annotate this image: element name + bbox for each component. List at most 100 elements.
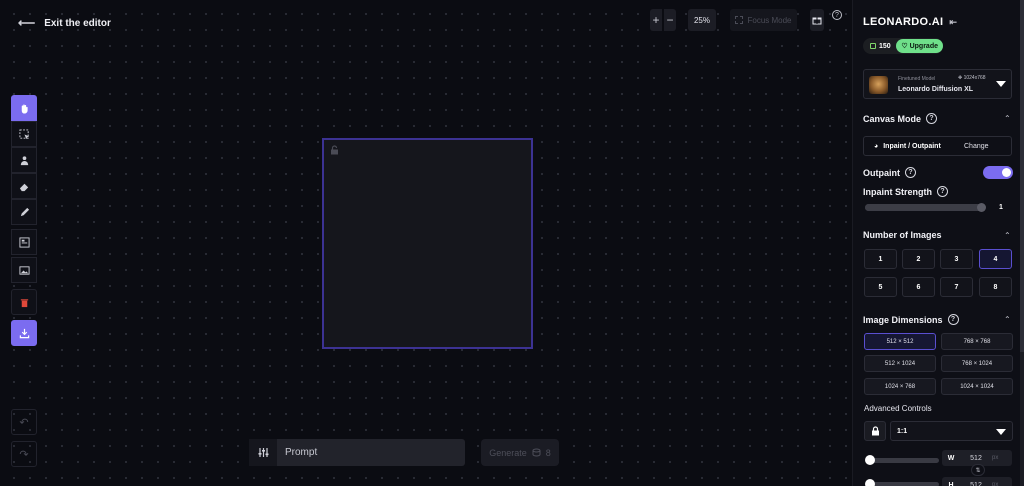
delete-tool[interactable] <box>11 289 37 315</box>
aspect-ratio-select[interactable]: 1:1 <box>890 421 1013 441</box>
canvas-mode-header: Canvas Mode ? <box>863 113 938 124</box>
heart-icon: ♡ <box>901 43 908 50</box>
model-dimensions-value: 1024x768 <box>963 75 986 81</box>
inpaint-strength-value: 1 <box>999 204 1003 211</box>
unlock-icon[interactable] <box>330 145 340 155</box>
inpaint-strength-header: Inpaint Strength ? <box>863 186 948 197</box>
token-coins-icon <box>532 448 541 457</box>
brand-logo-text: LEONARDO.AI <box>863 16 944 28</box>
help-icon[interactable]: ? <box>905 167 916 178</box>
select-icon <box>18 128 29 139</box>
pencil-tool[interactable] <box>11 199 37 225</box>
inpaint-strength-slider[interactable] <box>865 203 986 212</box>
exit-editor-button[interactable]: ⟵ Exit the editor <box>18 16 111 30</box>
num-images-8[interactable]: 8 <box>979 277 1012 297</box>
hand-icon <box>21 104 28 114</box>
help-icon[interactable]: ? <box>947 314 959 325</box>
num-images-4[interactable]: 4 <box>979 249 1012 269</box>
width-slider[interactable] <box>865 455 939 465</box>
height-slider[interactable] <box>865 479 939 486</box>
undo-button[interactable]: ↶ <box>11 409 37 435</box>
width-value: 512 <box>970 454 982 462</box>
dimension-768x1024[interactable]: 768 × 1024 <box>941 355 1013 372</box>
focus-mode-button[interactable]: Focus Mode <box>730 9 797 31</box>
inpaint-strength-label: Inpaint Strength <box>863 186 932 197</box>
help-icon[interactable]: ? <box>832 10 842 20</box>
palette-icon: ◕ <box>874 142 879 150</box>
scrollbar-thumb[interactable] <box>1020 0 1024 352</box>
canvas-mode-selector[interactable]: ◕ Inpaint / Outpaint Change <box>863 136 1012 156</box>
outpaint-header: Outpaint ? <box>863 167 916 178</box>
width-label: W <box>947 454 955 462</box>
aspect-ratio-value: 1:1 <box>897 427 908 435</box>
dimension-1024x768[interactable]: 1024 × 768 <box>864 378 936 395</box>
download-tool[interactable] <box>11 320 37 346</box>
height-field[interactable]: H 512 px <box>942 477 1012 486</box>
outpaint-toggle[interactable] <box>983 166 1013 179</box>
model-dimensions: ✥ 1024x768 <box>958 75 986 81</box>
sliders-icon <box>258 448 268 457</box>
prompt-settings-button[interactable] <box>249 439 277 466</box>
num-images-1[interactable]: 1 <box>864 249 897 269</box>
prompt-input[interactable]: Prompt <box>277 439 465 466</box>
image-frame-tool[interactable] <box>11 229 37 255</box>
change-mode-button[interactable]: Change <box>964 143 989 150</box>
slider-knob[interactable] <box>977 203 986 212</box>
upload-image-tool[interactable] <box>11 257 37 283</box>
token-balance: 150 ♡ Upgrade <box>863 38 943 54</box>
canvas-frame[interactable] <box>322 138 533 349</box>
num-images-7[interactable]: 7 <box>940 277 973 297</box>
height-label: H <box>948 481 954 486</box>
chevron-down-icon <box>996 429 1006 435</box>
num-images-6[interactable]: 6 <box>902 277 935 297</box>
redo-button[interactable]: ↷ <box>11 441 37 467</box>
person-mask-icon <box>20 155 28 165</box>
zoom-out-button[interactable]: − <box>664 9 676 31</box>
slider-knob[interactable] <box>865 455 875 465</box>
width-unit: px <box>992 455 999 461</box>
model-selector[interactable]: Finetuned Model Leonardo Diffusion XL ✥ … <box>863 69 1012 99</box>
dimension-768x768[interactable]: 768 × 768 <box>941 333 1013 350</box>
num-images-5[interactable]: 5 <box>864 277 897 297</box>
slider-fill <box>865 204 985 211</box>
slider-knob[interactable] <box>865 479 875 486</box>
toggle-knob <box>1002 168 1011 177</box>
model-name: Leonardo Diffusion XL <box>898 86 974 93</box>
num-images-3[interactable]: 3 <box>940 249 973 269</box>
zoom-in-button[interactable]: + <box>650 9 662 31</box>
eraser-tool[interactable] <box>11 173 37 199</box>
dimension-1024x1024[interactable]: 1024 × 1024 <box>941 378 1013 395</box>
number-of-images-title: Number of Images <box>863 230 942 240</box>
collapse-panel-icon[interactable]: ⇤ <box>949 17 957 28</box>
exit-arrow-icon: ⟵ <box>18 16 36 30</box>
select-tool[interactable] <box>11 121 37 147</box>
help-icon[interactable]: ? <box>937 186 948 197</box>
zoom-level[interactable]: 25% <box>688 9 716 31</box>
upgrade-button[interactable]: ♡ Upgrade <box>896 39 943 53</box>
image-icon <box>18 265 30 275</box>
move-icon: ✥ <box>958 75 963 81</box>
dimension-512x512[interactable]: 512 × 512 <box>864 333 936 350</box>
collapse-caret-icon[interactable]: ⌃ <box>1004 114 1011 123</box>
lock-icon <box>871 426 879 436</box>
brand-logo: LEONARDO.AI ⇤ <box>863 16 957 28</box>
panel-scrollbar[interactable] <box>1020 0 1024 486</box>
help-icon[interactable]: ? <box>926 113 938 124</box>
hand-tool[interactable] <box>11 95 37 121</box>
image-dimensions-title: Image Dimensions <box>863 314 943 325</box>
focus-icon <box>735 16 744 24</box>
gift-button[interactable] <box>810 9 824 31</box>
dimension-512x1024[interactable]: 512 × 1024 <box>864 355 936 372</box>
exit-editor-label: Exit the editor <box>44 17 111 29</box>
pencil-icon <box>20 207 29 216</box>
swap-dimensions-button[interactable]: ⇅ <box>971 464 985 476</box>
collapse-caret-icon[interactable]: ⌃ <box>1004 315 1011 324</box>
generate-button[interactable]: Generate 8 <box>481 439 559 466</box>
eraser-icon <box>19 183 28 191</box>
num-images-2[interactable]: 2 <box>902 249 935 269</box>
aspect-lock-button[interactable] <box>864 421 886 441</box>
outpaint-label: Outpaint <box>863 167 900 178</box>
model-thumbnail <box>869 76 888 94</box>
mask-tool[interactable] <box>11 147 37 173</box>
collapse-caret-icon[interactable]: ⌃ <box>1004 231 1011 240</box>
